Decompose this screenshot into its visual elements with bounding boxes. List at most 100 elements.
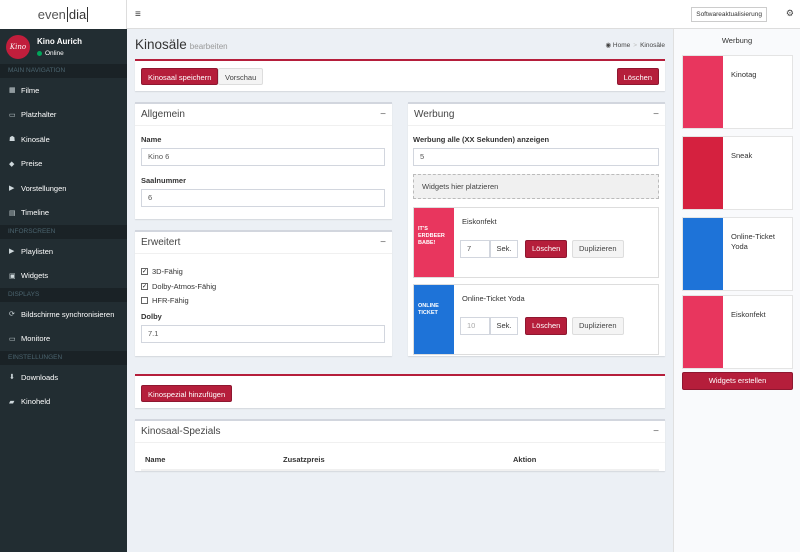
widget-name: Eiskonfekt [462, 217, 497, 226]
widget-duplicate-button[interactable]: Duplizieren [572, 240, 624, 258]
calendar-icon: ▤ [9, 209, 16, 217]
sidebar-item-vorstellungen[interactable]: ▶ Vorstellungen [0, 176, 127, 201]
ad-thumbnail [683, 137, 723, 209]
specials-box: Kinosaal-Spezials − Name Zusatzpreis Akti… [135, 419, 665, 471]
widget-name: Online-Ticket Yoda [462, 294, 525, 303]
ad-thumbnail [683, 296, 723, 368]
sidebar-item-widgets[interactable]: ▣ Widgets [0, 264, 127, 289]
widget-duplicate-button[interactable]: Duplizieren [572, 317, 624, 335]
main-content: Kinosäle bearbeiten ◉ Home > Kinosäle Kinos… [127, 0, 673, 552]
nav-section-main: MAIN NAVIGATION [0, 64, 127, 78]
dashboard-icon: ◉ [605, 42, 613, 49]
widget-delete-button[interactable]: Löschen [525, 317, 568, 335]
widget-seconds-input[interactable]: 10 [460, 317, 490, 335]
checkbox-atmos[interactable]: ✓ Dolby-Atmos-Fähig [141, 282, 216, 291]
widget-card[interactable]: IT'S ERDBEER BABE! Eiskonfekt 7 Sek. Lös… [413, 207, 659, 278]
column-name: Name [145, 455, 166, 464]
collapse-icon[interactable]: − [653, 109, 659, 120]
preview-button[interactable]: Vorschau [218, 68, 264, 85]
sidebar-item-filme[interactable]: ▦ Filme [0, 78, 127, 103]
add-special-button[interactable]: Kinospezial hinzufügen [141, 385, 233, 402]
advanced-box: Erweitert − ✓ 3D-Fähig ✓ Dolby-Atmos-Fähig … [135, 230, 392, 356]
specials-table-header: Name Zusatzpreis Aktion [141, 451, 659, 471]
online-dot-icon [37, 50, 42, 56]
save-button[interactable]: Kinosaal speichern [141, 68, 219, 85]
image-icon: ▣ [9, 272, 16, 280]
page-subtitle: bearbeiten [189, 42, 228, 51]
ad-item[interactable]: Sneak [682, 136, 793, 210]
general-title: Allgemein [141, 109, 185, 120]
nav-section-displays: DISPLAYS [0, 288, 127, 302]
specials-title: Kinosaal-Spezials [141, 426, 221, 437]
widget-seconds-unit: Sek. [490, 317, 518, 335]
page-header: Kinosäle bearbeiten ◉ Home > Kinosäle [135, 37, 665, 52]
sidebar-item-downloads[interactable]: ⬇ Downloads [0, 365, 127, 390]
check-icon: ✓ [141, 283, 148, 290]
app-logo[interactable]: even dia [0, 0, 127, 29]
sidebar-item-monitore[interactable]: ▭ Monitore [0, 327, 127, 352]
software-update-button[interactable]: Softwareaktualisierung [691, 7, 767, 22]
sidebar-item-kinoheld[interactable]: ▰ Kinoheld [0, 390, 127, 415]
general-box: Allgemein − Name Kino 6 Saalnummer 6 [135, 102, 392, 219]
ad-name: Kinotag [731, 70, 757, 79]
gear-icon[interactable]: ⚙ [786, 8, 794, 19]
placeholder-icon: ▭ [9, 111, 16, 119]
nav-section-inforscreen: Inforscreen [0, 225, 127, 239]
avatar: Kino [6, 34, 30, 59]
toolbar-box: Kinosaal speichern Vorschau Löschen [135, 59, 665, 91]
check-icon: ✓ [141, 268, 148, 275]
collapse-icon[interactable]: − [380, 109, 386, 120]
ads-interval-input[interactable]: 5 [413, 148, 659, 166]
tag-icon: ◆ [9, 160, 15, 168]
sidebar-item-playlisten[interactable]: ▶ Playlisten [0, 239, 127, 264]
widget-seconds-unit: Sek. [490, 240, 518, 258]
ad-name: Online-Ticket Yoda [731, 232, 775, 251]
create-widgets-button[interactable]: Widgets erstellen [682, 372, 793, 390]
users-icon: ☗ [9, 136, 16, 144]
ads-box: Werbung − Werbung alle (XX Sekunden) anze… [408, 102, 665, 356]
name-input[interactable]: Kino 6 [141, 148, 385, 166]
widget-delete-button[interactable]: Löschen [525, 240, 568, 258]
collapse-icon[interactable]: − [653, 426, 659, 437]
user-status: Online [37, 50, 82, 57]
number-input[interactable]: 6 [141, 189, 385, 207]
ad-name: Eiskonfekt [731, 310, 766, 319]
nav-section-einstellungen: EINSTELLUNGEN [0, 351, 127, 365]
ad-item[interactable]: Eiskonfekt [682, 295, 793, 369]
ad-thumbnail [683, 218, 723, 290]
widget-dropzone[interactable]: Widgets hier platzieren [413, 174, 659, 199]
checkbox-empty [141, 297, 148, 304]
page-title: Kinosäle [135, 37, 187, 52]
collapse-icon[interactable]: − [380, 237, 386, 248]
special-toolbar-box: Kinospezial hinzufügen [135, 374, 665, 408]
checkbox-3d[interactable]: ✓ 3D-Fähig [141, 267, 183, 276]
checkbox-hfr[interactable]: HFR-Fähig [141, 296, 189, 305]
widget-seconds-input[interactable]: 7 [460, 240, 490, 258]
advanced-title: Erweitert [141, 237, 181, 248]
sidebar-item-kinosaele[interactable]: ☗ Kinosäle [0, 127, 127, 152]
breadcrumb-current: Kinosäle [640, 42, 665, 49]
delete-button[interactable]: Löschen [616, 68, 659, 85]
sidebar-item-platzhalter[interactable]: ▭ Platzhalter [0, 103, 127, 128]
dolby-select[interactable]: 7.1 [141, 325, 385, 343]
sidebar-item-preise[interactable]: ◆ Preise [0, 152, 127, 177]
sync-icon: ⟳ [9, 311, 15, 319]
play-icon: ▶ [9, 248, 15, 256]
dolby-label: Dolby [141, 312, 162, 321]
column-price: Zusatzpreis [283, 455, 325, 464]
widget-thumbnail: IT'S ERDBEER BABE! [414, 208, 454, 277]
ad-item[interactable]: Online-Ticket Yoda [682, 217, 793, 291]
download-icon: ⬇ [9, 374, 15, 382]
sidebar: even dia Kino Kino Aurich Online MAIN NAV… [0, 0, 127, 552]
sidebar-item-timeline[interactable]: ▤ Timeline [0, 201, 127, 226]
film-icon: ▦ [9, 87, 16, 95]
user-name: Kino Aurich [37, 36, 83, 46]
breadcrumb: ◉ Home > Kinosäle [605, 42, 665, 49]
breadcrumb-home[interactable]: Home [613, 42, 630, 49]
sidebar-item-bildschirme[interactable]: ⟳ Bildschirme synchronisieren [0, 302, 127, 327]
ad-name: Sneak [731, 151, 753, 160]
user-panel: Kino Kino Aurich Online [0, 29, 127, 64]
widget-thumbnail: ONLINE TICKET [414, 285, 454, 354]
widget-card[interactable]: ONLINE TICKET Online-Ticket Yoda 10 Sek.… [413, 284, 659, 355]
ad-item[interactable]: Kinotag [682, 55, 793, 129]
